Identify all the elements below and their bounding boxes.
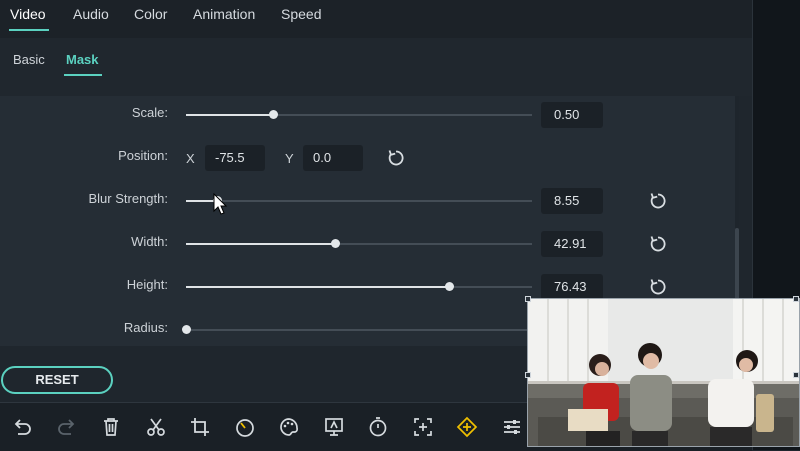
width-label: Width:	[131, 234, 168, 249]
resize-handle-top-right[interactable]	[793, 296, 799, 302]
timer-icon[interactable]	[367, 416, 389, 438]
resize-handle-left[interactable]	[525, 372, 531, 378]
color-icon[interactable]	[278, 416, 300, 438]
scale-label: Scale:	[131, 105, 168, 120]
position-y-label: Y	[285, 151, 294, 166]
adjust-icon[interactable]	[501, 416, 523, 438]
radius-slider[interactable]	[182, 325, 532, 334]
scale-slider[interactable]	[186, 110, 532, 119]
crop-icon[interactable]	[189, 416, 211, 438]
scale-value-field[interactable]: 0.50	[541, 102, 603, 128]
height-label: Height:	[126, 277, 168, 292]
height-slider[interactable]	[186, 282, 532, 291]
delete-icon[interactable]	[100, 416, 122, 438]
height-reset-icon[interactable]	[648, 277, 668, 297]
sub-tab-bar: Basic Mask	[0, 38, 752, 96]
width-value-field[interactable]: 42.91	[541, 231, 603, 257]
blur-strength-slider[interactable]	[186, 196, 532, 205]
video-preview	[527, 298, 800, 447]
tab-video[interactable]: Video	[10, 6, 46, 22]
radius-label: Radius:	[123, 320, 168, 335]
video-frame-image	[528, 299, 799, 446]
tab-mask[interactable]: Mask	[66, 52, 99, 67]
stabilize-icon[interactable]	[323, 416, 345, 438]
position-x-label: X	[186, 151, 195, 166]
blur-strength-label: Blur Strength:	[88, 191, 169, 206]
position-y-field[interactable]: 0.0	[303, 145, 363, 171]
width-slider[interactable]	[186, 239, 532, 248]
width-reset-icon[interactable]	[648, 234, 668, 254]
tab-basic[interactable]: Basic	[13, 52, 45, 67]
blur-reset-icon[interactable]	[648, 191, 668, 211]
active-subtab-indicator	[64, 74, 102, 76]
top-tab-bar: Video Audio Color Animation Speed	[0, 0, 752, 38]
height-slider-thumb[interactable]	[444, 282, 454, 291]
active-tab-indicator	[9, 29, 49, 31]
blur-strength-value-field[interactable]: 8.55	[541, 188, 603, 214]
position-x-field[interactable]: -75.5	[205, 145, 265, 171]
mouse-cursor-icon	[213, 193, 228, 215]
tab-animation[interactable]: Animation	[193, 6, 255, 22]
position-reset-icon[interactable]	[386, 148, 406, 168]
position-label: Position:	[118, 148, 168, 163]
redo-icon[interactable]	[56, 416, 78, 438]
radius-slider-thumb[interactable]	[182, 325, 191, 334]
tab-speed[interactable]: Speed	[281, 6, 321, 22]
undo-icon[interactable]	[11, 416, 33, 438]
scale-slider-thumb[interactable]	[268, 110, 278, 119]
keyframe-icon[interactable]	[456, 416, 478, 438]
cut-icon[interactable]	[145, 416, 167, 438]
resize-handle-right[interactable]	[793, 372, 799, 378]
reset-button[interactable]: RESET	[1, 366, 113, 394]
zoom-icon[interactable]	[412, 416, 434, 438]
speed-icon[interactable]	[234, 416, 256, 438]
width-slider-thumb[interactable]	[330, 239, 340, 248]
height-value-field[interactable]: 76.43	[541, 274, 603, 300]
tab-audio[interactable]: Audio	[73, 6, 109, 22]
tab-color[interactable]: Color	[134, 6, 167, 22]
resize-handle-top-left[interactable]	[525, 296, 531, 302]
